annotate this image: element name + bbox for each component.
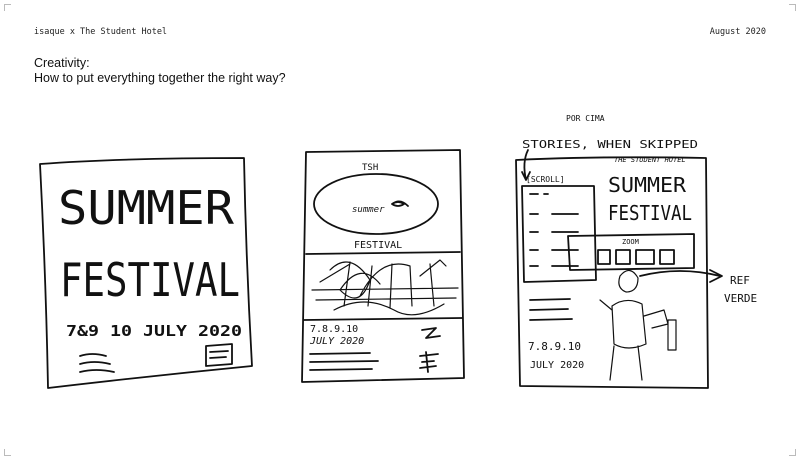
sketch-middle-logo-mark — [419, 327, 441, 373]
sketch-right: POR CIMA STORIES, WHEN SKIPPED THE STUDE… — [515, 114, 757, 389]
sketch-middle-oval — [313, 173, 439, 235]
sketch-right-dates-line-2: JULY 2020 — [530, 360, 584, 371]
sketch-left-headline-top: SUMMER — [58, 181, 234, 235]
sketch-left-text-lines — [79, 353, 115, 373]
sketch-right-sidebar-items — [529, 193, 579, 267]
sketch-middle-illustration-scribble — [311, 259, 459, 316]
sketch-right-side-note-2: VERDE — [724, 292, 757, 305]
sketch-right-note-top: POR CIMA — [566, 114, 605, 123]
sketches-canvas: SUMMER FESTIVAL 7&9 10 JULY 2020 TSH sum… — [39, 114, 757, 389]
sketch-middle-text-lines — [309, 352, 379, 371]
sketch-middle-divider — [305, 251, 461, 255]
sketch-right-zoom-label: ZOOM — [622, 238, 639, 246]
sketch-middle-oval-scribble — [391, 200, 409, 207]
sketch-right-text-lines — [529, 298, 573, 321]
sketch-middle-dates-line-2: JULY 2020 — [309, 336, 364, 347]
sketch-left: SUMMER FESTIVAL 7&9 10 JULY 2020 — [39, 157, 253, 389]
sketch-middle-oval-text: summer — [352, 205, 385, 215]
sketch-right-headline-bottom: FESTIVAL — [608, 201, 692, 225]
sketch-right-side-note-1: REF — [730, 274, 750, 287]
sketch-right-zoom-thumbs — [597, 249, 675, 265]
sketch-right-headline-top: SUMMER — [608, 173, 687, 197]
sketch-left-logo-box — [205, 343, 233, 367]
sketch-right-sidebar-panel — [521, 185, 597, 283]
sketch-middle-festival-label: FESTIVAL — [354, 240, 402, 251]
sketch-middle-lower-divider — [303, 317, 463, 321]
sketch-middle-dates-line-1: 7.8.9.10 — [310, 324, 358, 335]
sketch-right-note-stories: STORIES, WHEN SKIPPED — [522, 138, 698, 151]
sketch-right-figure-illustration — [599, 269, 677, 381]
sketch-right-dates-line-1: 7.8.9.10 — [528, 340, 581, 353]
sketch-right-callout-arrow — [639, 269, 723, 283]
sketch-middle-top-label: TSH — [362, 163, 378, 173]
sketch-right-scroll-label: [SCROLL] — [526, 175, 565, 184]
sketch-right-brand-small: THE STUDENT HOTEL — [614, 156, 686, 164]
sketch-middle-frame — [301, 149, 465, 383]
sketch-middle: TSH summer FESTIVAL 7.8.9.10 JULY 2020 — [301, 149, 465, 383]
sketch-left-dates: 7&9 10 JULY 2020 — [66, 322, 242, 340]
sketch-left-headline-bottom: FESTIVAL — [60, 253, 240, 307]
